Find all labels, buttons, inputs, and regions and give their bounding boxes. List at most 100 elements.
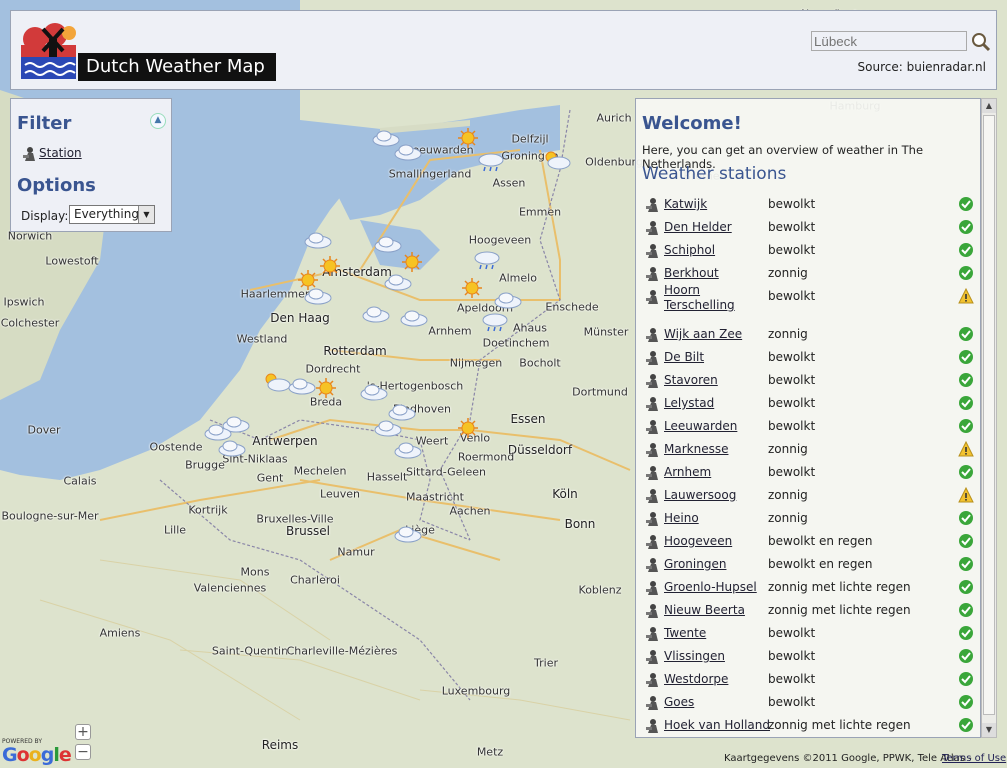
station-row[interactable]: Vlissingen bewolkt	[644, 647, 974, 670]
collapse-icon[interactable]: ▲	[150, 113, 166, 129]
sun-icon[interactable]	[457, 277, 487, 299]
cloud-icon[interactable]	[217, 437, 247, 459]
terms-link[interactable]: Terms of Use	[942, 753, 1006, 764]
cloud-icon[interactable]	[303, 285, 333, 307]
sun-icon[interactable]	[397, 251, 427, 273]
city-label: Brussel	[286, 524, 330, 538]
city-label: Roermond	[457, 450, 515, 464]
station-name[interactable]: De Bilt	[664, 350, 704, 364]
station-row[interactable]: Marknesse zonnig	[644, 440, 974, 463]
cloud-icon[interactable]	[361, 303, 391, 325]
station-icon	[644, 243, 660, 259]
scroll-thumb[interactable]	[983, 115, 995, 715]
sun-icon[interactable]	[453, 127, 483, 149]
station-row[interactable]: Lauwersoog zonnig	[644, 486, 974, 509]
city-label: Rotterdam	[323, 344, 387, 358]
station-name[interactable]: Hoogeveen	[664, 534, 732, 548]
station-condition: zonnig met lichte regen	[768, 718, 911, 732]
station-name[interactable]: Twente	[664, 626, 706, 640]
station-icon	[644, 557, 660, 573]
station-row[interactable]: Hoorn Terschelling bewolkt	[644, 283, 974, 312]
city-label: Calais	[63, 474, 97, 488]
station-row[interactable]: Lelystad bewolkt	[644, 394, 974, 417]
station-name[interactable]: Den Helder	[664, 220, 732, 234]
station-row[interactable]: Heino zonnig	[644, 509, 974, 532]
station-row[interactable]: Schiphol bewolkt	[644, 241, 974, 264]
cloud-icon[interactable]	[493, 289, 523, 311]
station-icon	[644, 327, 660, 343]
display-select[interactable]: Everything ▼	[69, 205, 155, 224]
station-name[interactable]: Katwijk	[664, 197, 707, 211]
cloud-icon[interactable]	[383, 271, 413, 293]
station-name[interactable]: Lauwersoog	[664, 488, 736, 502]
station-condition: bewolkt	[768, 465, 816, 479]
station-name[interactable]: Lelystad	[664, 396, 714, 410]
station-name[interactable]: Heino	[664, 511, 699, 525]
city-label: Arnhem	[428, 324, 472, 338]
station-name[interactable]: Stavoren	[664, 373, 718, 387]
station-row[interactable]: Hoek van Holland zonnig met lichte regen	[644, 716, 974, 739]
cloud-icon[interactable]	[393, 141, 423, 163]
station-row[interactable]: Katwijk bewolkt	[644, 195, 974, 218]
station-name[interactable]: Nieuw Beerta	[664, 603, 745, 617]
station-row[interactable]: Den Helder bewolkt	[644, 218, 974, 241]
station-row[interactable]: De Bilt bewolkt	[644, 348, 974, 371]
rain-icon[interactable]	[471, 249, 501, 271]
station-row[interactable]: Arnhem bewolkt	[644, 463, 974, 486]
city-label: Ahaus	[513, 321, 547, 335]
station-condition: bewolkt	[768, 350, 816, 364]
station-name[interactable]: Groenlo-Hupsel	[664, 580, 757, 594]
station-condition: bewolkt en regen	[768, 534, 873, 548]
zoom-in-button[interactable]: +	[75, 724, 91, 740]
station-name[interactable]: Berkhout	[664, 266, 719, 280]
station-row[interactable]: Goes bewolkt	[644, 693, 974, 716]
sun-icon[interactable]	[453, 417, 483, 439]
station-row[interactable]: Leeuwarden bewolkt	[644, 417, 974, 440]
cloud-icon[interactable]	[303, 229, 333, 251]
cloud-icon[interactable]	[393, 523, 423, 545]
check-icon	[958, 510, 974, 526]
station-row[interactable]: Wijk aan Zee zonnig	[644, 325, 974, 348]
search-icon[interactable]	[971, 31, 991, 53]
city-label: Enschede	[545, 300, 599, 314]
station-row[interactable]: Westdorpe bewolkt	[644, 670, 974, 693]
station-row[interactable]: Twente bewolkt	[644, 624, 974, 647]
cloud-icon[interactable]	[399, 307, 429, 329]
station-name[interactable]: Leeuwarden	[664, 419, 737, 433]
station-name[interactable]: Groningen	[664, 557, 726, 571]
station-row[interactable]: Groenlo-Hupsel zonnig met lichte regen	[644, 578, 974, 601]
station-name[interactable]: Vlissingen	[664, 649, 725, 663]
station-name[interactable]: Hoek van Holland	[664, 718, 770, 732]
cloud-icon[interactable]	[393, 439, 423, 461]
station-icon	[644, 695, 660, 711]
station-name[interactable]: Westdorpe	[664, 672, 728, 686]
sun-cloud-icon[interactable]	[541, 149, 571, 171]
city-label: Hasselt	[366, 470, 408, 484]
city-label: Almelo	[499, 271, 537, 285]
station-filter-link[interactable]: Station	[39, 146, 82, 160]
scroll-down-icon[interactable]: ▼	[982, 723, 996, 737]
city-label: Doetinchem	[482, 336, 550, 350]
sun-icon[interactable]	[311, 377, 341, 399]
cloud-icon[interactable]	[373, 417, 403, 439]
cloud-icon[interactable]	[359, 381, 389, 403]
station-row[interactable]: Stavoren bewolkt	[644, 371, 974, 394]
panel-scrollbar[interactable]: ▲ ▼	[981, 98, 997, 738]
station-name[interactable]: Goes	[664, 695, 694, 709]
station-icon	[644, 442, 660, 458]
station-row[interactable]: Hoogeveen bewolkt en regen	[644, 532, 974, 555]
station-name[interactable]: Schiphol	[664, 243, 715, 257]
station-row[interactable]: Groningen bewolkt en regen	[644, 555, 974, 578]
station-name[interactable]: Hoorn Terschelling	[664, 283, 744, 313]
search-input[interactable]	[811, 31, 967, 51]
station-row[interactable]: Nieuw Beerta zonnig met lichte regen	[644, 601, 974, 624]
check-icon	[958, 242, 974, 258]
scroll-up-icon[interactable]: ▲	[982, 99, 996, 113]
station-name[interactable]: Wijk aan Zee	[664, 327, 742, 341]
rain-icon[interactable]	[475, 151, 505, 173]
station-name[interactable]: Arnhem	[664, 465, 711, 479]
zoom-out-button[interactable]: −	[75, 744, 91, 760]
city-label: Assen	[492, 176, 526, 190]
rain-icon[interactable]	[479, 311, 509, 333]
station-name[interactable]: Marknesse	[664, 442, 728, 456]
